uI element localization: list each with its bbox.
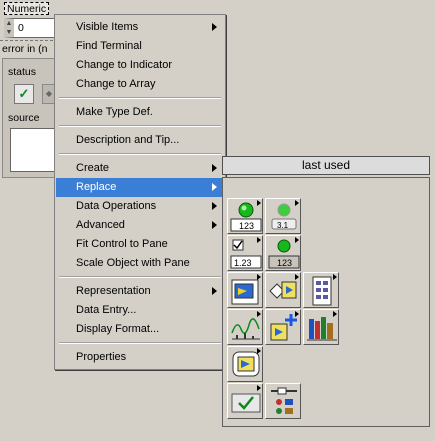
palette-arrow-icon — [257, 348, 261, 354]
menu-item-fit-control-to-pane[interactable]: Fit Control to Pane — [56, 235, 225, 254]
tile-value-text: 123 — [239, 221, 254, 231]
boolean-button-icon[interactable] — [227, 383, 263, 419]
tile-value-text: 123 — [277, 258, 292, 268]
menu-separator — [59, 153, 221, 155]
menu-item-label: Representation — [76, 285, 151, 297]
menu-separator — [59, 125, 221, 127]
menu-item-label: Create — [76, 162, 110, 174]
submenu-arrow-icon — [212, 202, 217, 210]
status-checkmark-icon[interactable]: ✓ — [14, 84, 34, 104]
palette-arrow-icon — [257, 237, 261, 243]
controls-palette: 123 3.1 1.23 123 — [222, 177, 430, 427]
palette-arrow-icon — [295, 237, 299, 243]
menu-item-label: Scale Object with Pane — [76, 257, 190, 269]
variant-class-icon[interactable] — [265, 383, 301, 419]
graph-indicators-icon[interactable] — [227, 309, 263, 345]
menu-item-advanced[interactable]: Advanced — [56, 216, 225, 235]
palette-arrow-icon — [257, 311, 261, 317]
palette-arrow-icon — [295, 274, 299, 280]
tile-value-text: 1.23 — [234, 258, 252, 268]
menu-item-label: Properties — [76, 351, 127, 363]
submenu-arrow-icon — [212, 221, 217, 229]
increment-decrement-icon[interactable]: ▲ ▼ — [5, 19, 13, 37]
context-menu: Visible Items Find Terminal Change to In… — [54, 14, 226, 370]
menu-item-label: Display Format... — [76, 323, 160, 335]
system-controls-icon[interactable]: 123 — [265, 235, 301, 271]
selection-outline — [0, 40, 58, 41]
menu-item-change-to-array[interactable]: Change to Array — [56, 75, 225, 94]
menu-item-label: Replace — [76, 181, 117, 193]
menu-item-label: Data Operations — [76, 200, 157, 212]
submenu-arrow-icon — [212, 287, 217, 295]
palette-arrow-icon — [333, 311, 337, 317]
menu-item-data-operations[interactable]: Data Operations — [56, 197, 225, 216]
express-controls-icon[interactable] — [265, 272, 301, 308]
menu-item-label: Change to Array — [76, 78, 156, 90]
silver-numeric-icon[interactable]: 3.1 — [265, 198, 301, 234]
palette-arrow-icon — [257, 385, 261, 391]
menu-item-replace[interactable]: Replace — [56, 178, 225, 197]
boolean-numeric-icon[interactable]: 1.23 — [227, 235, 263, 271]
menu-item-description-and-tip[interactable]: Description and Tip... — [56, 131, 225, 150]
io-controls-icon[interactable] — [227, 272, 263, 308]
menu-item-change-to-indicator[interactable]: Change to Indicator — [56, 56, 225, 75]
numeric-controls-icon[interactable]: 123 — [227, 198, 263, 234]
status-label: status — [8, 66, 37, 78]
menu-item-representation[interactable]: Representation — [56, 282, 225, 301]
menu-item-create[interactable]: Create — [56, 159, 225, 178]
array-matrix-cluster-icon[interactable] — [303, 272, 339, 308]
menu-item-label: Data Entry... — [76, 304, 137, 316]
menu-separator — [59, 97, 221, 99]
palette-arrow-icon — [257, 274, 261, 280]
menu-item-label: Advanced — [76, 219, 125, 231]
menu-item-label: Make Type Def. — [76, 106, 153, 118]
variant-class-glyph — [271, 387, 297, 414]
submenu-arrow-icon — [212, 23, 217, 31]
menu-item-properties[interactable]: Properties — [56, 348, 225, 367]
palette-arrow-icon — [295, 311, 299, 317]
tile-value-text: 3.1 — [277, 221, 289, 230]
menu-item-label: Fit Control to Pane — [76, 238, 168, 250]
palette-header-last-used[interactable]: last used — [222, 156, 430, 175]
decorations-icon[interactable] — [227, 346, 263, 382]
menu-item-scale-object-with-pane[interactable]: Scale Object with Pane — [56, 254, 225, 273]
source-string-control[interactable] — [10, 128, 56, 172]
menu-item-label: Change to Indicator — [76, 59, 173, 71]
add-on-controls-icon[interactable] — [265, 309, 301, 345]
menu-item-label: Find Terminal — [76, 40, 142, 52]
menu-item-find-terminal[interactable]: Find Terminal — [56, 37, 225, 56]
menu-item-label: Visible Items — [76, 21, 139, 33]
palette-arrow-icon — [333, 274, 337, 280]
palette-arrow-icon — [257, 200, 261, 206]
numeric-label[interactable]: Numeric — [4, 2, 50, 15]
user-libraries-icon[interactable] — [303, 309, 339, 345]
submenu-arrow-icon — [212, 164, 217, 172]
menu-item-display-format[interactable]: Display Format... — [56, 320, 225, 339]
menu-item-label: Description and Tip... — [76, 134, 180, 146]
menu-item-data-entry[interactable]: Data Entry... — [56, 301, 225, 320]
menu-separator — [59, 276, 221, 278]
submenu-arrow-icon — [212, 183, 217, 191]
menu-separator — [59, 342, 221, 344]
source-label: source — [8, 112, 40, 124]
error-in-label: error in (n — [2, 43, 48, 55]
menu-item-make-type-def[interactable]: Make Type Def. — [56, 103, 225, 122]
palette-arrow-icon — [295, 200, 299, 206]
menu-item-visible-items[interactable]: Visible Items — [56, 18, 225, 37]
